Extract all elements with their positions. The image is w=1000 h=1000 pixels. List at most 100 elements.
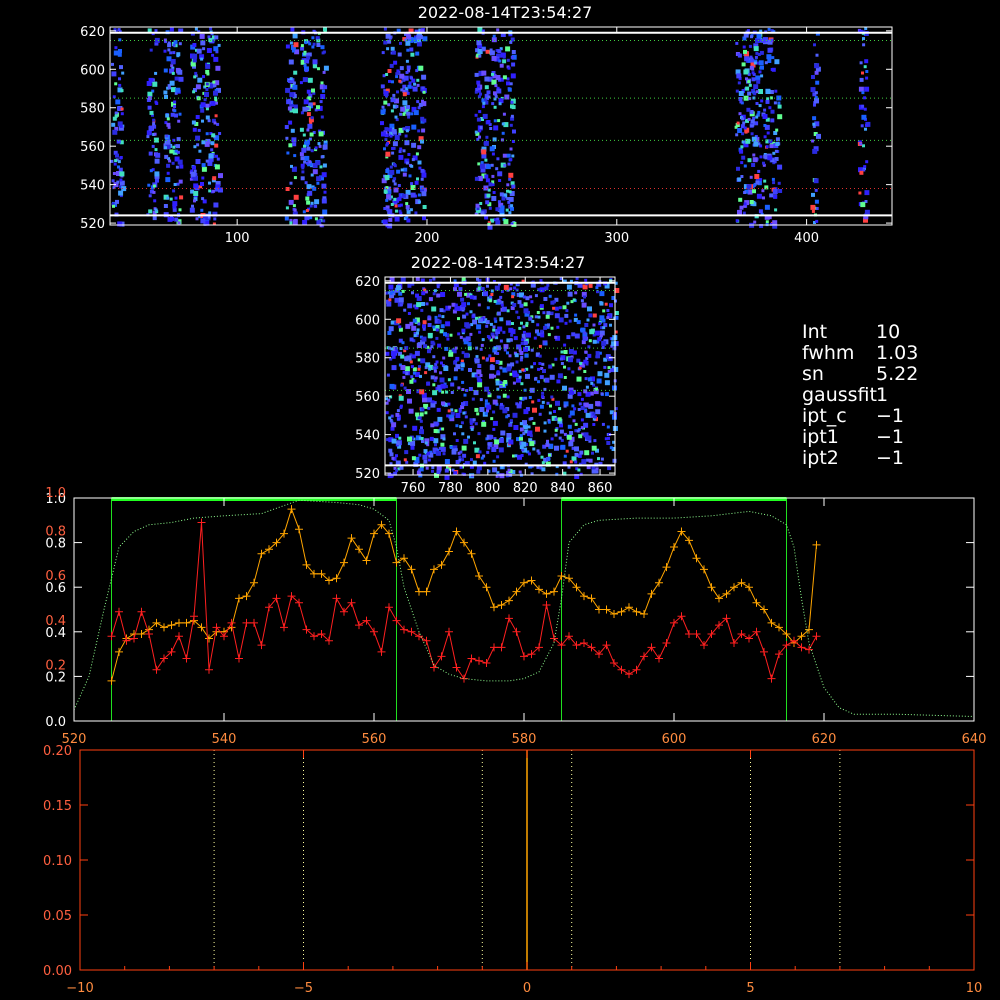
image-speckle: [748, 44, 752, 48]
image-speckle: [483, 142, 487, 146]
x-tick-label: 5: [746, 981, 754, 996]
image-speckle: [485, 178, 490, 183]
image-speckle: [533, 336, 537, 340]
image-speckle: [496, 311, 501, 316]
image-speckle: [402, 112, 406, 116]
image-speckle: [774, 59, 780, 65]
image-speckle: [537, 380, 540, 384]
image-speckle: [606, 309, 610, 312]
image-speckle: [447, 409, 451, 413]
image-speckle: [772, 181, 776, 185]
image-speckle: [309, 216, 313, 220]
image-speckle: [398, 209, 402, 213]
image-speckle: [314, 146, 318, 150]
image-speckle: [415, 51, 420, 56]
image-speckle: [550, 395, 554, 399]
image-speckle: [149, 169, 153, 173]
image-speckle: [539, 375, 544, 380]
image-speckle: [459, 450, 463, 454]
image-speckle: [502, 330, 506, 334]
image-speckle: [398, 154, 404, 160]
image-speckle: [460, 297, 465, 302]
y-tick-label: 540: [80, 179, 105, 194]
image-speckle: [416, 34, 422, 40]
image-speckle: [599, 301, 603, 305]
image-speckle: [293, 154, 297, 158]
image-speckle: [483, 461, 487, 465]
image-speckle: [300, 111, 304, 115]
image-speckle: [858, 86, 864, 92]
image-speckle: [407, 115, 411, 119]
image-speckle: [419, 429, 424, 435]
image-speckle: [390, 46, 395, 51]
image-speckle: [517, 316, 521, 320]
info-key: sn: [802, 363, 824, 385]
data-point-marker: [175, 618, 183, 627]
data-point-marker: [512, 627, 521, 636]
image-speckle: [583, 295, 586, 299]
image-speckle: [559, 423, 563, 428]
image-speckle: [526, 332, 531, 338]
image-speckle: [522, 330, 526, 334]
image-speckle: [752, 153, 756, 157]
image-speckle: [478, 110, 482, 114]
image-speckle: [497, 171, 503, 177]
image-speckle: [742, 121, 746, 125]
image-speckle: [758, 60, 764, 66]
image-speckle: [288, 80, 292, 83]
image-speckle: [421, 336, 427, 342]
image-speckle: [489, 373, 494, 379]
image-speckle: [474, 113, 478, 117]
image-speckle: [398, 436, 402, 440]
data-point-marker: [137, 607, 146, 616]
image-speckle: [385, 351, 390, 356]
image-speckle: [507, 200, 511, 204]
y-tick-label: 520: [355, 467, 380, 482]
image-speckle: [421, 172, 427, 178]
image-speckle: [474, 130, 478, 134]
image-speckle: [572, 419, 576, 423]
image-speckle: [428, 367, 432, 371]
image-speckle: [511, 322, 514, 325]
image-speckle: [169, 149, 174, 154]
image-speckle: [541, 395, 544, 399]
image-speckle: [191, 120, 196, 125]
image-speckle: [601, 422, 605, 426]
image-speckle: [402, 100, 408, 106]
image-speckle: [192, 127, 197, 132]
y-tick-label: 0.10: [43, 854, 72, 869]
image-speckle: [163, 204, 168, 208]
image-speckle: [437, 319, 442, 324]
image-speckle: [736, 166, 740, 171]
image-speckle: [564, 321, 568, 325]
image-speckle: [557, 373, 563, 379]
image-speckle: [389, 277, 395, 283]
data-point-marker: [715, 594, 723, 603]
data-point-marker: [242, 592, 251, 601]
image-speckle: [454, 303, 458, 307]
image-speckle: [738, 197, 743, 202]
image-speckle: [400, 383, 404, 387]
image-speckle: [407, 436, 412, 442]
image-speckle: [763, 135, 767, 139]
image-speckle: [388, 217, 393, 222]
image-speckle: [765, 220, 769, 224]
data-point-marker: [745, 583, 753, 592]
image-speckle: [861, 71, 864, 75]
image-speckle: [204, 141, 210, 147]
image-speckle: [417, 145, 422, 150]
image-speckle: [735, 89, 739, 93]
data-point-marker: [580, 638, 588, 647]
image-speckle: [478, 54, 482, 58]
image-speckle: [482, 101, 486, 105]
image-speckle: [753, 141, 759, 147]
image-speckle: [420, 177, 424, 181]
image-speckle: [477, 303, 481, 307]
image-speckle: [312, 42, 316, 46]
image-speckle: [588, 283, 593, 288]
image-speckle: [285, 87, 291, 93]
image-speckle: [598, 322, 602, 326]
data-point-marker: [587, 594, 596, 603]
image-speckle: [205, 69, 210, 74]
image-speckle: [767, 59, 772, 63]
